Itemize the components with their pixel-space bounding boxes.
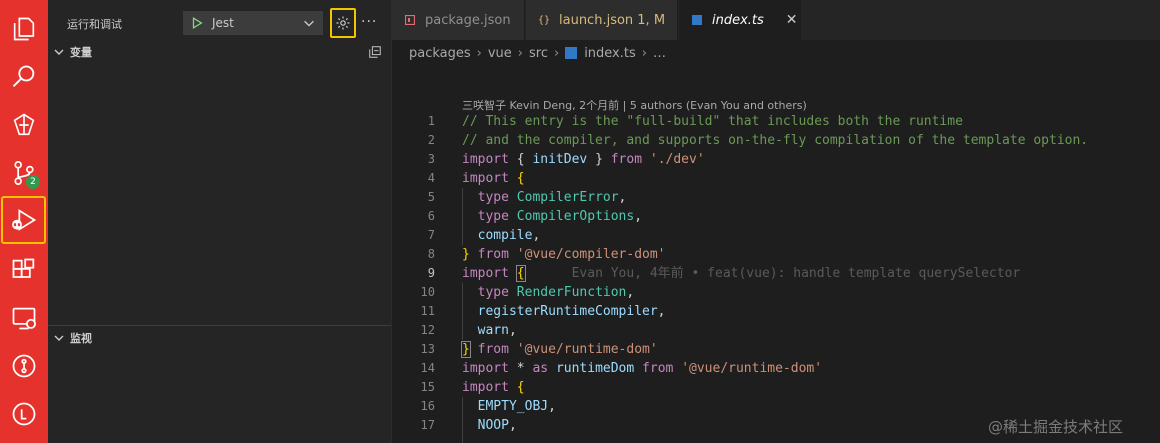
chevron-right-icon: › (517, 45, 523, 61)
code-line: 13} from '@vue/runtime-dom' (420, 341, 658, 358)
breadcrumb-item[interactable]: src (529, 46, 548, 61)
code-line: 8} from '@vue/compiler-dom' (427, 247, 666, 262)
config-label: Jest (212, 16, 234, 30)
code-line: 6 type CompilerOptions, (427, 209, 643, 224)
play-icon[interactable] (190, 16, 204, 30)
code-line: 14 import * as runtimeDom from '@vue/runt… (420, 361, 823, 376)
code-line: 7 compile, (427, 228, 541, 243)
scm-badge: 2 (26, 175, 40, 189)
json-icon (404, 14, 416, 26)
codelens-blame[interactable]: 三咲智子 Kevin Deng, 2个月前 | 5 authors (Evan … (462, 97, 807, 113)
more-actions-button[interactable]: ··· (361, 14, 377, 30)
ts-icon (565, 47, 578, 59)
chevron-right-icon: › (641, 45, 647, 61)
extensions-icon[interactable] (0, 246, 48, 294)
breadcrumb-item[interactable]: index.ts (584, 46, 636, 61)
code-line: 16 EMPTY_OBJ, (420, 399, 556, 414)
breadcrumb: packages › vue › src › index.ts › … (409, 44, 666, 62)
code-line: 4 import { (427, 171, 525, 186)
debug-sidebar: 运行和调试 Jest ··· 变量 监视 (48, 0, 392, 443)
variables-label: 变量 (70, 46, 92, 59)
source-control-icon[interactable] (0, 101, 48, 149)
code-line: 1// This entry is the "full-build" that … (427, 114, 963, 129)
inline-blame: Evan You, 4年前 • feat(vue): handle templa… (571, 266, 1021, 281)
watch-label: 监视 (70, 332, 92, 345)
tab-label: index.ts (712, 12, 764, 28)
code-editor[interactable]: 1// This entry is the "full-build" that … (392, 112, 1160, 435)
code-line: 11 registerRuntimeCompiler, (420, 304, 666, 319)
breadcrumb-item[interactable]: … (653, 46, 666, 61)
braces-icon: {} (537, 14, 551, 26)
watch-section-header[interactable]: 监视 (48, 327, 391, 349)
code-line: 3 import { initDev } from './dev' (427, 152, 705, 167)
search-icon[interactable] (0, 53, 48, 101)
gear-icon[interactable] (330, 8, 356, 38)
explorer-icon[interactable] (0, 5, 48, 53)
run-debug-icon[interactable] (1, 196, 46, 244)
chevron-right-icon: › (553, 45, 560, 61)
variables-section-header[interactable]: 变量 (48, 41, 391, 63)
code-line: 12 warn, (420, 323, 517, 338)
tab-index-ts[interactable]: index.ts ✕ (679, 0, 801, 40)
chevron-down-icon (54, 335, 64, 341)
chevron-down-icon (304, 20, 314, 27)
code-line-current: 9 import { Evan You, 4年前 • feat(vue): han… (427, 265, 1021, 282)
collapse-all-icon[interactable] (368, 45, 382, 59)
git-graph-icon[interactable] (0, 342, 48, 390)
code-line: 10 type RenderFunction, (420, 285, 635, 300)
close-icon[interactable]: ✕ (786, 12, 798, 28)
watermark: @稀土掘金技术社区 (988, 418, 1124, 436)
breadcrumb-item[interactable]: packages (409, 46, 471, 61)
timeline-icon[interactable] (0, 390, 48, 438)
ts-icon (691, 14, 703, 26)
breadcrumb-item[interactable]: vue (488, 46, 512, 61)
tab-label: package.json (425, 12, 511, 28)
tab-package-json[interactable]: package.json (392, 0, 525, 40)
git-branch-icon[interactable] (0, 149, 48, 197)
editor-tabs: package.json {} launch.json 1, M index.t… (392, 0, 1160, 40)
sidebar-title: 运行和调试 (67, 18, 122, 31)
tab-launch-json[interactable]: {} launch.json 1, M (526, 0, 678, 40)
activity-bar: 2 (0, 0, 48, 443)
chevron-down-icon (54, 49, 64, 55)
section-divider (48, 325, 391, 326)
tab-label: launch.json 1, M (559, 12, 666, 28)
remote-explorer-icon[interactable] (0, 294, 48, 342)
launch-config-select[interactable]: Jest (183, 11, 323, 35)
code-line: 2// and the compiler, and supports on-th… (427, 133, 1089, 148)
chevron-right-icon: › (476, 45, 482, 61)
code-line: 5 type CompilerError, (427, 190, 627, 205)
code-line: 15 import { (420, 380, 525, 395)
